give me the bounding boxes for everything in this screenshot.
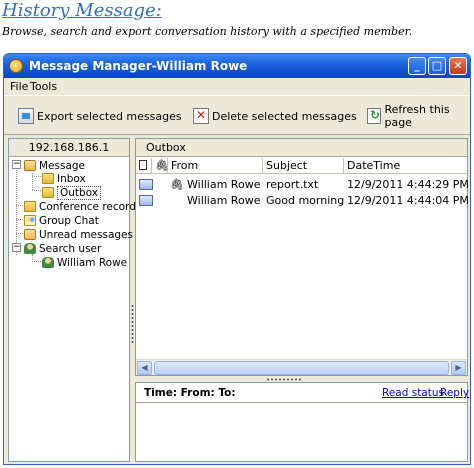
page-subheading: Browse, search and export conversation h… bbox=[2, 25, 413, 38]
message-detail-pane: Time: From: To: Read status Reply bbox=[135, 382, 469, 462]
tree-item-message[interactable]: Message bbox=[24, 159, 85, 172]
menu-file[interactable]: File bbox=[10, 80, 28, 93]
horizontal-scrollbar[interactable]: ◀ ▶ bbox=[136, 359, 467, 375]
tree-item-group-chat[interactable]: Group Chat bbox=[24, 214, 99, 227]
scroll-right-icon[interactable]: ▶ bbox=[451, 361, 466, 375]
column-type[interactable] bbox=[136, 158, 152, 174]
message-icon bbox=[24, 160, 36, 171]
row-datetime: 12/9/2011 4:44:29 PM bbox=[347, 178, 469, 191]
column-attachment[interactable]: 🖇 bbox=[152, 158, 169, 174]
page-heading: History Message: bbox=[2, 0, 162, 21]
horizontal-splitter[interactable] bbox=[266, 378, 302, 381]
table-row[interactable]: 🖇 William Rowe report.txt 12/9/2011 4:44… bbox=[136, 177, 469, 193]
tree-label-conference: Conference record bbox=[39, 200, 136, 213]
row-from: William Rowe bbox=[187, 194, 261, 207]
user-icon bbox=[42, 257, 54, 268]
reply-link[interactable]: Reply bbox=[440, 387, 469, 399]
tree-item-outbox[interactable]: Outbox bbox=[42, 185, 102, 200]
column-datetime[interactable]: DateTime bbox=[344, 158, 469, 174]
table-row[interactable]: William Rowe Good morning 12/9/2011 4:44… bbox=[136, 193, 469, 209]
column-header: 🖇 From Subject DateTime bbox=[136, 158, 467, 174]
folder-icon bbox=[42, 187, 54, 198]
vertical-splitter[interactable] bbox=[131, 304, 134, 344]
minimize-button[interactable]: _ bbox=[408, 57, 426, 75]
tree-item-unread-messages[interactable]: Unread messages bbox=[24, 228, 133, 241]
message-expander[interactable]: − bbox=[12, 160, 21, 169]
window-title: Message Manager-William Rowe bbox=[29, 59, 248, 73]
tree-label-group-chat: Group Chat bbox=[39, 214, 99, 227]
detail-meta-label: Time: From: To: bbox=[144, 387, 236, 399]
row-from: William Rowe bbox=[187, 178, 261, 191]
scroll-thumb[interactable] bbox=[154, 361, 449, 375]
tree-item-conference-record[interactable]: Conference record bbox=[24, 200, 136, 213]
unread-messages-icon bbox=[24, 229, 36, 240]
toolbar: Export selected messages Delete selected… bbox=[4, 95, 470, 135]
folder-icon bbox=[42, 173, 54, 184]
list-title: Outbox bbox=[136, 139, 467, 157]
tree-label-inbox: Inbox bbox=[57, 172, 86, 185]
message-manager-window: Message Manager-William Rowe _ □ ✕ File … bbox=[3, 53, 471, 465]
column-subject[interactable]: Subject bbox=[263, 158, 344, 174]
export-icon bbox=[18, 108, 34, 124]
menu-bar: File Tools bbox=[4, 78, 470, 95]
column-from[interactable]: From bbox=[168, 158, 263, 174]
folder-tree-pane: 192.168.186.1 − Message Inbox Outbox Con… bbox=[8, 138, 136, 462]
scroll-left-icon[interactable]: ◀ bbox=[137, 361, 152, 375]
tree-label-outbox: Outbox bbox=[57, 185, 102, 200]
title-bar[interactable]: Message Manager-William Rowe _ □ ✕ bbox=[4, 54, 470, 78]
row-subject: Good morning bbox=[266, 194, 345, 207]
refresh-icon bbox=[367, 108, 382, 124]
read-status-link[interactable]: Read status bbox=[382, 387, 444, 399]
folder-tree: − Message Inbox Outbox Conference record… bbox=[9, 159, 136, 461]
export-button[interactable]: Export selected messages bbox=[18, 106, 182, 126]
maximize-button[interactable]: □ bbox=[428, 57, 446, 75]
delete-label: Delete selected messages bbox=[212, 109, 357, 123]
tree-item-search-user[interactable]: Search user bbox=[24, 242, 101, 255]
detail-header: Time: From: To: Read status Reply bbox=[136, 383, 469, 403]
tree-label-search-user: Search user bbox=[39, 242, 102, 255]
menu-tools[interactable]: Tools bbox=[30, 80, 57, 93]
tree-label-user: William Rowe bbox=[57, 256, 128, 269]
refresh-button[interactable]: Refresh this page bbox=[367, 103, 470, 129]
delete-button[interactable]: Delete selected messages bbox=[193, 106, 357, 126]
refresh-label: Refresh this page bbox=[384, 103, 450, 129]
paperclip-icon: 🖇 bbox=[155, 159, 169, 172]
app-icon bbox=[9, 59, 23, 73]
attachment-icon: 🖇 bbox=[170, 178, 184, 191]
ip-address: 192.168.186.1 bbox=[9, 139, 129, 157]
row-datetime: 12/9/2011 4:44:04 PM bbox=[347, 194, 469, 207]
row-subject: report.txt bbox=[266, 178, 319, 191]
delete-icon bbox=[193, 108, 209, 124]
group-chat-icon bbox=[24, 215, 36, 226]
export-label: Export selected messages bbox=[37, 109, 182, 123]
document-icon bbox=[139, 160, 147, 170]
search-user-icon bbox=[24, 243, 36, 254]
tree-item-inbox[interactable]: Inbox bbox=[42, 172, 86, 185]
tree-item-william-rowe[interactable]: William Rowe bbox=[42, 256, 127, 269]
envelope-icon bbox=[139, 195, 153, 206]
tree-label-unread: Unread messages bbox=[39, 228, 133, 241]
tree-label-message: Message bbox=[39, 159, 86, 172]
message-list-pane: Outbox 🖇 From Subject DateTime 🖇 William… bbox=[135, 138, 469, 376]
close-button[interactable]: ✕ bbox=[449, 57, 467, 75]
search-user-expander[interactable]: − bbox=[12, 243, 21, 252]
envelope-icon bbox=[139, 179, 153, 190]
conference-icon bbox=[24, 201, 36, 212]
